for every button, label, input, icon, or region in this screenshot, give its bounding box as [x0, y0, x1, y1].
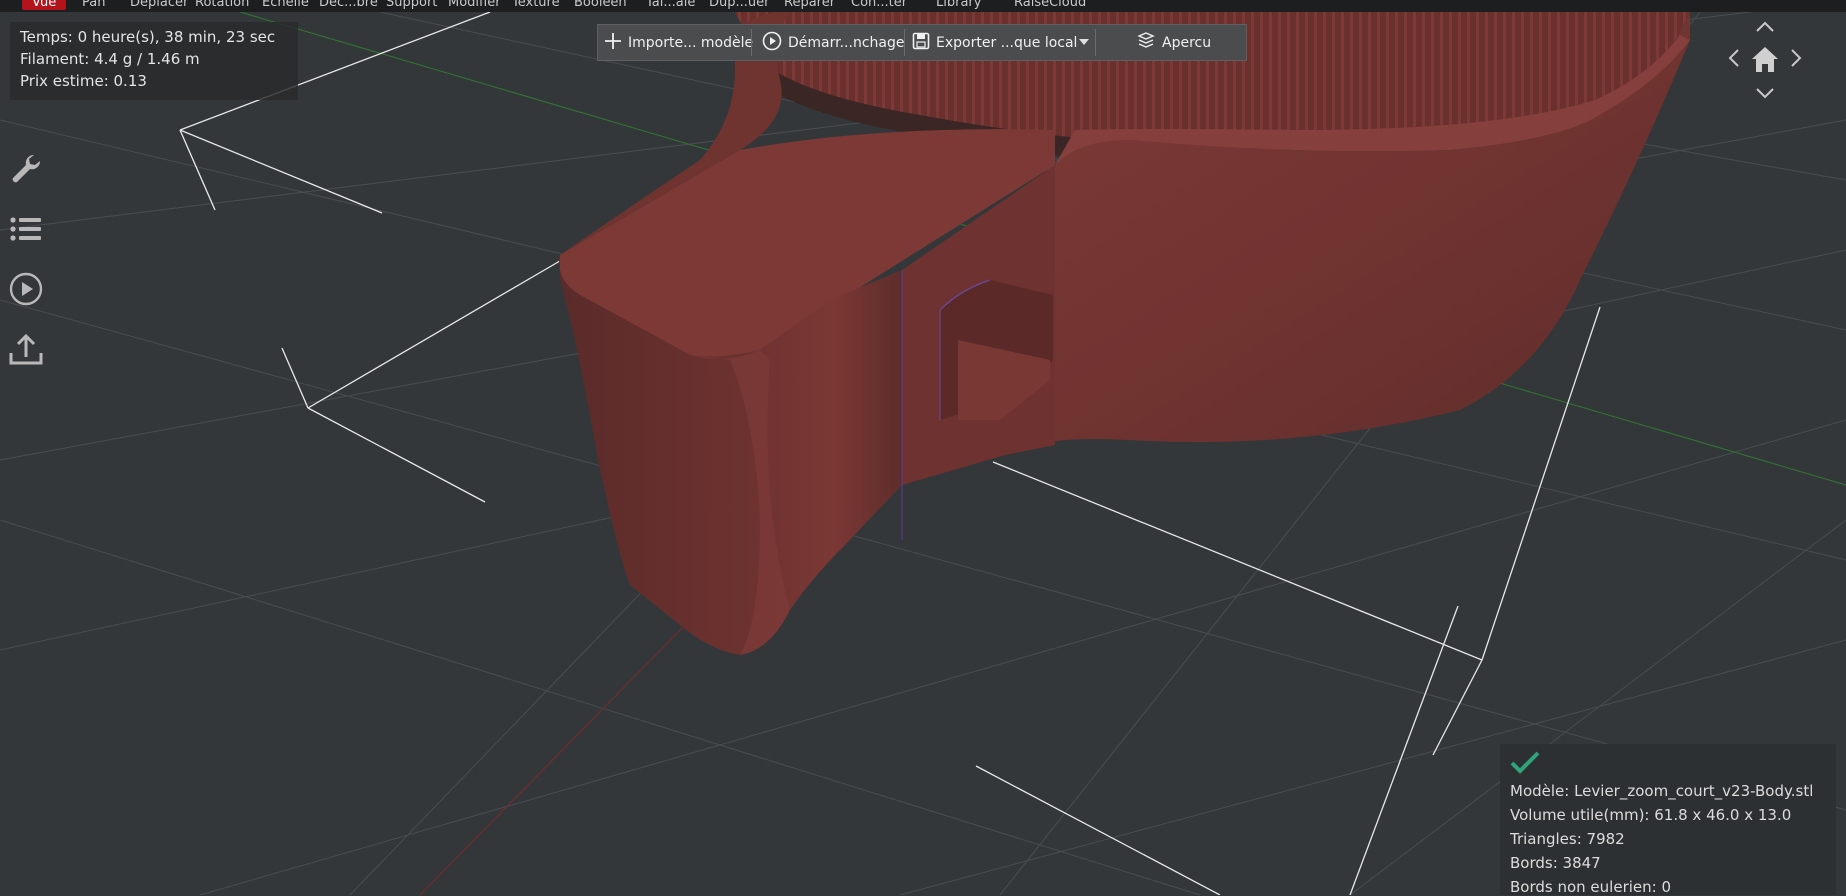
home-view-icon[interactable]: [1750, 44, 1780, 78]
model-triangles: Triangles: 7982: [1510, 830, 1625, 848]
check-icon: [1510, 750, 1540, 778]
menu-item-texture[interactable]: Texture: [512, 0, 560, 10]
menu-item-support[interactable]: Support: [386, 0, 437, 10]
layers-icon: [1136, 31, 1156, 54]
estimated-price: Prix estime: 0.13: [20, 72, 147, 90]
play-circle-icon[interactable]: [8, 271, 44, 307]
plus-icon: [604, 32, 622, 54]
view-down-arrow-icon[interactable]: [1755, 84, 1775, 103]
caret-down-icon: [1078, 35, 1090, 51]
menu-item-raisecloud[interactable]: RaiseCloud: [1014, 0, 1086, 10]
export-local-button[interactable]: Exporter ...que local: [912, 25, 1077, 60]
list-icon[interactable]: [8, 211, 44, 247]
preview-label: Apercu: [1162, 34, 1212, 51]
model-edges: Bords: 3847: [1510, 854, 1601, 872]
start-slicing-label: Démarr...nchage: [788, 34, 905, 51]
save-icon: [912, 32, 930, 54]
toolbar-separator: [904, 29, 905, 56]
print-stats-panel: Temps: 0 heure(s), 38 min, 23 sec Filame…: [10, 22, 298, 100]
model-name: Modèle: Levier_zoom_court_v23-Body.stl: [1510, 782, 1814, 800]
menu-item-booleen[interactable]: Booleen: [574, 0, 627, 10]
menu-item-vue[interactable]: Vue: [22, 0, 67, 10]
view-left-arrow-icon[interactable]: [1728, 48, 1740, 72]
model-volume: Volume utile(mm): 61.8 x 46.0 x 13.0: [1510, 806, 1792, 824]
toolbar-separator: [1095, 29, 1096, 56]
export-dropdown-button[interactable]: [1078, 25, 1090, 60]
model-non-eulerian-edges: Bords non eulerien: 0: [1510, 878, 1672, 896]
filament-usage: Filament: 4.4 g / 1.46 m: [20, 50, 200, 68]
view-right-arrow-icon[interactable]: [1790, 48, 1802, 72]
model-info-panel: Modèle: Levier_zoom_court_v23-Body.stl V…: [1500, 744, 1836, 896]
play-icon: [762, 31, 782, 55]
menu-item-deplacer[interactable]: Deplacer: [130, 0, 188, 10]
menu-item-connecter[interactable]: Con...ter: [851, 0, 907, 10]
menu-item-reparer[interactable]: Reparer: [784, 0, 835, 10]
wrench-icon[interactable]: [8, 150, 44, 186]
menu-bar: Vue Pan Deplacer Rotation Echelle Dec...…: [0, 0, 1846, 12]
menu-item-taille[interactable]: Tai...ale: [646, 0, 695, 10]
upload-icon[interactable]: [8, 331, 44, 367]
start-slicing-button[interactable]: Démarr...nchage: [762, 25, 904, 60]
print-time: Temps: 0 heure(s), 38 min, 23 sec: [20, 28, 276, 46]
menu-item-decoupe[interactable]: Dec...bre: [319, 0, 378, 10]
main-toolbar: Importe... modèle Démarr...nchage Export…: [597, 24, 1247, 61]
view-up-arrow-icon[interactable]: [1755, 18, 1775, 37]
menu-item-library[interactable]: Library: [936, 0, 981, 10]
menu-item-echelle[interactable]: Echelle: [262, 0, 309, 10]
menu-item-pan[interactable]: Pan: [82, 0, 105, 10]
preview-button[interactable]: Apercu: [1136, 25, 1211, 60]
3d-model[interactable]: [559, 12, 1690, 655]
export-local-label: Exporter ...que local: [936, 34, 1078, 51]
menu-item-rotation[interactable]: Rotation: [195, 0, 249, 10]
menu-item-dupliquer[interactable]: Dup...uer: [709, 0, 769, 10]
toolbar-separator: [751, 29, 752, 56]
menu-item-modifier[interactable]: Modifier: [448, 0, 501, 10]
import-model-label: Importe... modèle: [628, 34, 754, 51]
import-model-button[interactable]: Importe... modèle: [604, 25, 753, 60]
